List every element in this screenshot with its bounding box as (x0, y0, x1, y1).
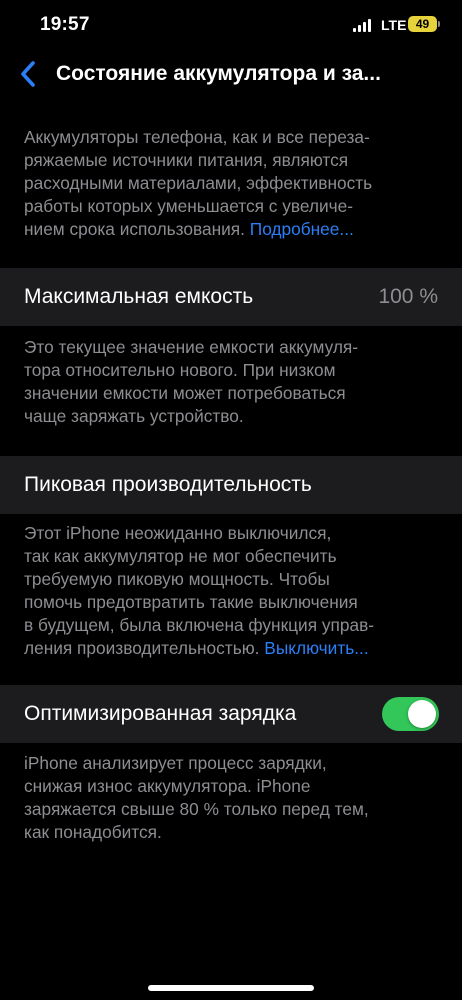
network-type: LTE (381, 17, 407, 33)
max-capacity-value: 100 % (378, 285, 438, 308)
max-capacity-label: Максимальная емкость (24, 285, 254, 308)
optimized-charging-label: Оптимизированная зарядка (24, 702, 297, 725)
signal-icon (353, 19, 375, 32)
home-indicator[interactable] (148, 985, 314, 991)
disable-link[interactable]: Выключить... (264, 638, 368, 658)
chevron-left-icon (21, 61, 35, 87)
peak-performance-row: Пиковая производительность (0, 456, 462, 514)
battery-icon: 49 (408, 16, 437, 32)
max-capacity-row: Максимальная емкость 100 % (0, 268, 462, 326)
battery-nub (438, 21, 440, 27)
back-button[interactable] (8, 54, 48, 94)
peak-performance-footer: Этот iPhone неожиданно выключился, так к… (24, 522, 438, 660)
optimized-charging-footer: iPhone анализирует процесс зарядки, сниж… (24, 753, 369, 842)
optimized-charging-toggle[interactable] (382, 697, 439, 731)
optimized-charging-row: Оптимизированная зарядка (0, 685, 462, 743)
intro-text: Аккумуляторы телефона, как и все переза-… (24, 126, 438, 241)
peak-performance-label: Пиковая производительность (24, 473, 312, 496)
toggle-knob (408, 700, 436, 728)
navigation-bar: Состояние аккумулятора и за... (0, 52, 462, 96)
max-capacity-footer: Это текущее значение емкости аккумуля- т… (24, 337, 359, 426)
status-bar: 19:57 LTE 49 (0, 0, 462, 52)
page-title: Состояние аккумулятора и за... (56, 62, 381, 85)
learn-more-link[interactable]: Подробнее... (250, 219, 354, 239)
status-time: 19:57 (40, 14, 90, 35)
